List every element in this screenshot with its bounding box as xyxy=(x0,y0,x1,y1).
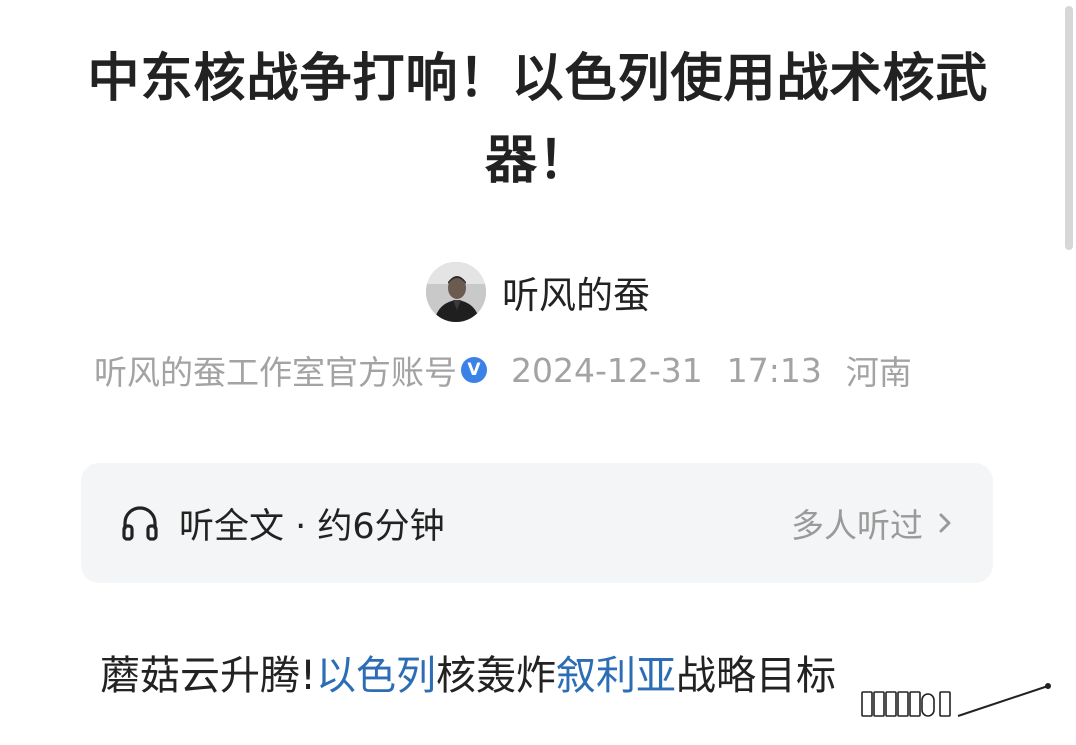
publish-time: 17:13 xyxy=(726,350,822,390)
watermark-logo xyxy=(858,682,1058,722)
author-row[interactable]: 听风的蚕 xyxy=(0,262,1076,322)
listeners-link[interactable]: 多人听过 xyxy=(791,499,955,547)
listeners-label: 多人听过 xyxy=(791,506,923,545)
publish-location: 河南 xyxy=(845,353,912,392)
summary-text-1: 蘑菇云升腾! xyxy=(100,653,317,699)
headphone-icon xyxy=(122,506,158,541)
article-meta: 听风的蚕工作室官方账号 V 2024-12-31 17:13 河南 xyxy=(94,346,912,394)
summary-text-2: 核轰炸 xyxy=(436,653,557,699)
article-title: 中东核战争打响！以色列使用战术核武器！ xyxy=(87,49,989,191)
audio-info: 听全文 · 约6分钟 xyxy=(119,498,445,549)
topic-link-syria[interactable]: 叙利亚 xyxy=(556,653,676,699)
article-page: 中东核战争打响！以色列使用战术核武器！ 听风的蚕 听风的蚕工作室官方账号 V 2… xyxy=(0,0,1076,745)
watermark-logo-icon xyxy=(861,683,1051,717)
publish-date: 2024-12-31 xyxy=(511,350,703,390)
summary-text-3: 战略目标 xyxy=(676,653,837,699)
topic-link-israel[interactable]: 以色列 xyxy=(316,653,436,699)
account-description: 听风的蚕工作室官方账号 xyxy=(94,353,457,392)
scrollbar[interactable] xyxy=(1062,0,1076,745)
scrollbar-thumb[interactable] xyxy=(1065,6,1073,250)
listen-full-article-button[interactable]: 听全文 · 约6分钟 多人听过 xyxy=(81,463,993,583)
chevron-right-icon xyxy=(939,513,951,533)
author-name[interactable]: 听风的蚕 xyxy=(502,265,650,319)
audio-label: 听全文 · 约6分钟 xyxy=(179,506,445,547)
author-avatar[interactable] xyxy=(426,262,486,322)
verified-badge-icon: V xyxy=(461,357,487,383)
avatar-image xyxy=(426,262,486,322)
